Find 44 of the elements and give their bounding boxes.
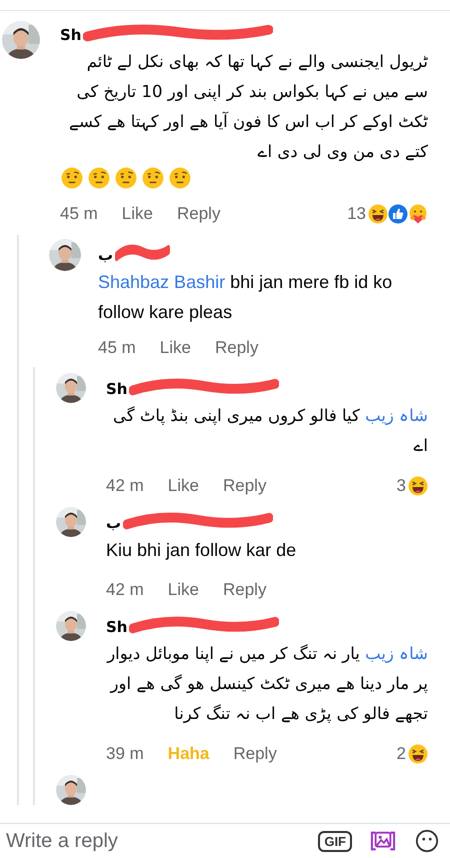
timestamp: 45 m: [98, 338, 136, 358]
care-reaction-icon: [408, 204, 428, 224]
comment-text: Kiu bhi jan follow kar de: [106, 539, 298, 562]
reply-link[interactable]: Reply: [222, 580, 266, 600]
reply-link[interactable]: Reply: [214, 338, 258, 358]
like-reaction-icon: [388, 204, 408, 224]
mention-link[interactable]: شاہ زیب: [365, 406, 428, 425]
emoji-icon: [115, 167, 137, 189]
like-link[interactable]: Like: [168, 476, 199, 496]
reply-link[interactable]: Reply: [176, 204, 220, 224]
emoji-icon: [61, 167, 83, 189]
haha-reaction-icon: [368, 204, 388, 224]
timestamp: 39 m: [106, 744, 144, 764]
like-link[interactable]: Like: [160, 338, 191, 358]
author-name[interactable]: ب: [106, 514, 122, 532]
author-name[interactable]: Sh: [106, 380, 128, 398]
author-name[interactable]: Sh: [60, 26, 82, 44]
mention-link[interactable]: Shahbaz Bashir: [98, 272, 226, 292]
comment-text: Shahbaz Bashir bhi jan mere fb id ko follow kare pleas: [98, 271, 394, 324]
emoji-icon: [169, 167, 191, 189]
reaction-count: 13: [347, 204, 366, 224]
reply-link[interactable]: Reply: [222, 476, 266, 496]
author-name[interactable]: Sh: [106, 618, 128, 636]
like-link[interactable]: Like: [122, 204, 153, 224]
reaction-count: 2: [396, 744, 406, 764]
like-link[interactable]: Like: [168, 580, 199, 600]
comment-text: شاہ زیب یار نہ تنگ کر میں نے اپنا موبائل دیوار پر مار دینا ھے میری ٹکٹ کینسل ھو گی ھے اور تجھے فالو کی پڑی ھے اب نہ تنگ کرنا: [106, 643, 428, 725]
timestamp: 42 m: [106, 580, 144, 600]
comment-text: شاہ زیب کیا فالو کروں میری اپنی بنڈ پاٹ گی اے: [112, 405, 428, 457]
emoji-icon[interactable]: [414, 829, 440, 853]
emoji-icon: [142, 167, 164, 189]
emoji-icon: [88, 167, 110, 189]
author-name[interactable]: ب: [98, 246, 114, 264]
reply-link[interactable]: Reply: [233, 744, 277, 764]
mention-link[interactable]: شاہ زیب: [365, 644, 428, 663]
photo-icon[interactable]: [370, 829, 396, 853]
haha-reaction-icon: [408, 476, 428, 496]
gif-button[interactable]: GIF: [318, 830, 352, 852]
timestamp: 45 m: [60, 204, 98, 224]
haha-reaction-icon: [408, 744, 428, 764]
comment-text: ٹریول ایجنسی والے نے کہا تھا کہ بھای نکل لے ٹائم سے میں نے کہا بکواس بند کر اپنی اور 10 تاریخ کی ٹکٹ اوکے کر اب اس کا فون آیا ھے اور کہتا ھے کسے کتے دی من وی لی دی اے: [68, 51, 428, 163]
reaction-count: 3: [396, 476, 406, 496]
timestamp: 42 m: [106, 476, 144, 496]
reply-input-field[interactable]: Write a reply: [6, 830, 300, 852]
